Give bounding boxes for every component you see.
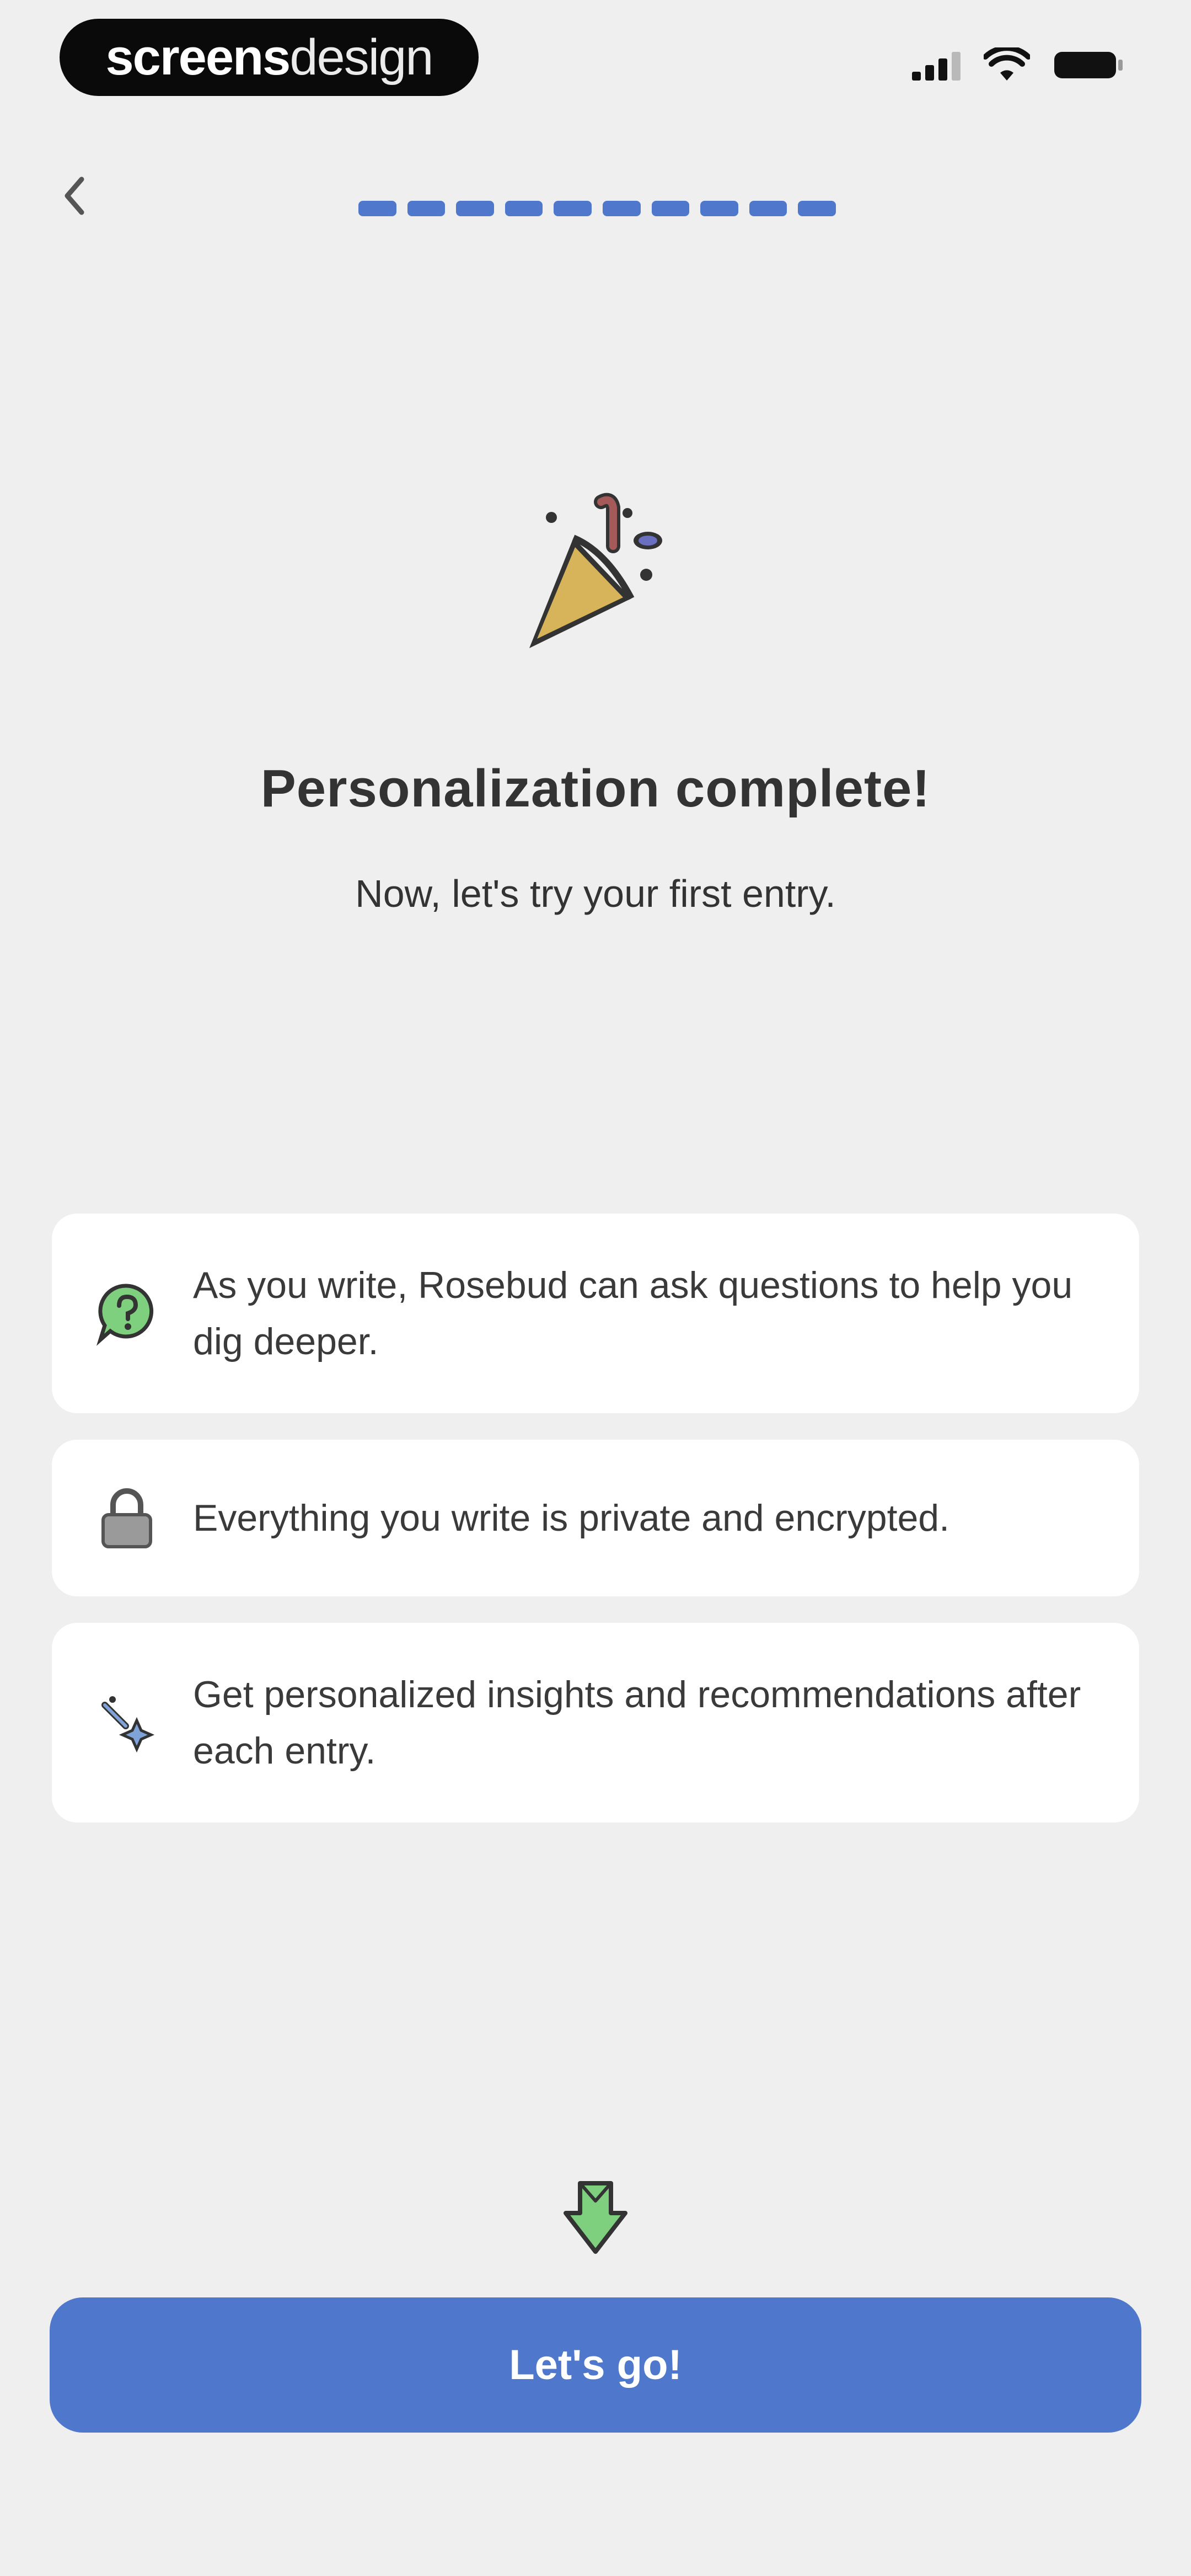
progress-segment bbox=[505, 201, 543, 216]
party-popper-icon bbox=[529, 493, 662, 648]
lets-go-button[interactable]: Let's go! bbox=[50, 2297, 1141, 2433]
brand-text-light: design bbox=[289, 29, 433, 85]
feature-text: Get personalized insights and recommenda… bbox=[193, 1674, 1081, 1772]
sparkle-wand-icon bbox=[94, 1690, 160, 1756]
brand-badge: screens design bbox=[60, 19, 479, 96]
onboarding-progress bbox=[358, 201, 836, 216]
feature-card-insights: Get personalized insights and recommenda… bbox=[52, 1623, 1139, 1823]
battery-icon bbox=[1054, 52, 1123, 78]
lock-icon bbox=[94, 1485, 160, 1551]
status-icons bbox=[912, 43, 1125, 87]
progress-segment bbox=[798, 201, 836, 216]
progress-segment bbox=[407, 201, 446, 216]
progress-segment bbox=[456, 201, 494, 216]
progress-segment bbox=[358, 201, 396, 216]
feature-card-privacy: Everything you write is private and encr… bbox=[52, 1440, 1139, 1596]
progress-segment bbox=[700, 201, 738, 216]
feature-text: Everything you write is private and encr… bbox=[193, 1497, 950, 1539]
page-subtitle: Now, let's try your first entry. bbox=[355, 872, 836, 915]
chat-question-icon bbox=[94, 1280, 160, 1346]
onboarding-screen: screens design Personalization complete!… bbox=[0, 0, 1191, 2576]
back-button[interactable] bbox=[50, 165, 99, 226]
brand-text-bold: screens bbox=[105, 29, 291, 85]
page-title: Personalization complete! bbox=[260, 759, 931, 818]
cellular-signal-icon bbox=[912, 50, 961, 81]
feature-text: As you write, Rosebud can ask questions … bbox=[193, 1264, 1073, 1362]
progress-segment bbox=[749, 201, 787, 216]
feature-card-questions: As you write, Rosebud can ask questions … bbox=[52, 1214, 1139, 1413]
chevron-left-icon bbox=[65, 177, 84, 215]
progress-segment bbox=[554, 201, 592, 216]
arrow-down-icon bbox=[564, 2181, 627, 2254]
progress-segment bbox=[602, 201, 641, 216]
wifi-icon bbox=[984, 47, 1030, 81]
progress-segment bbox=[651, 201, 690, 216]
